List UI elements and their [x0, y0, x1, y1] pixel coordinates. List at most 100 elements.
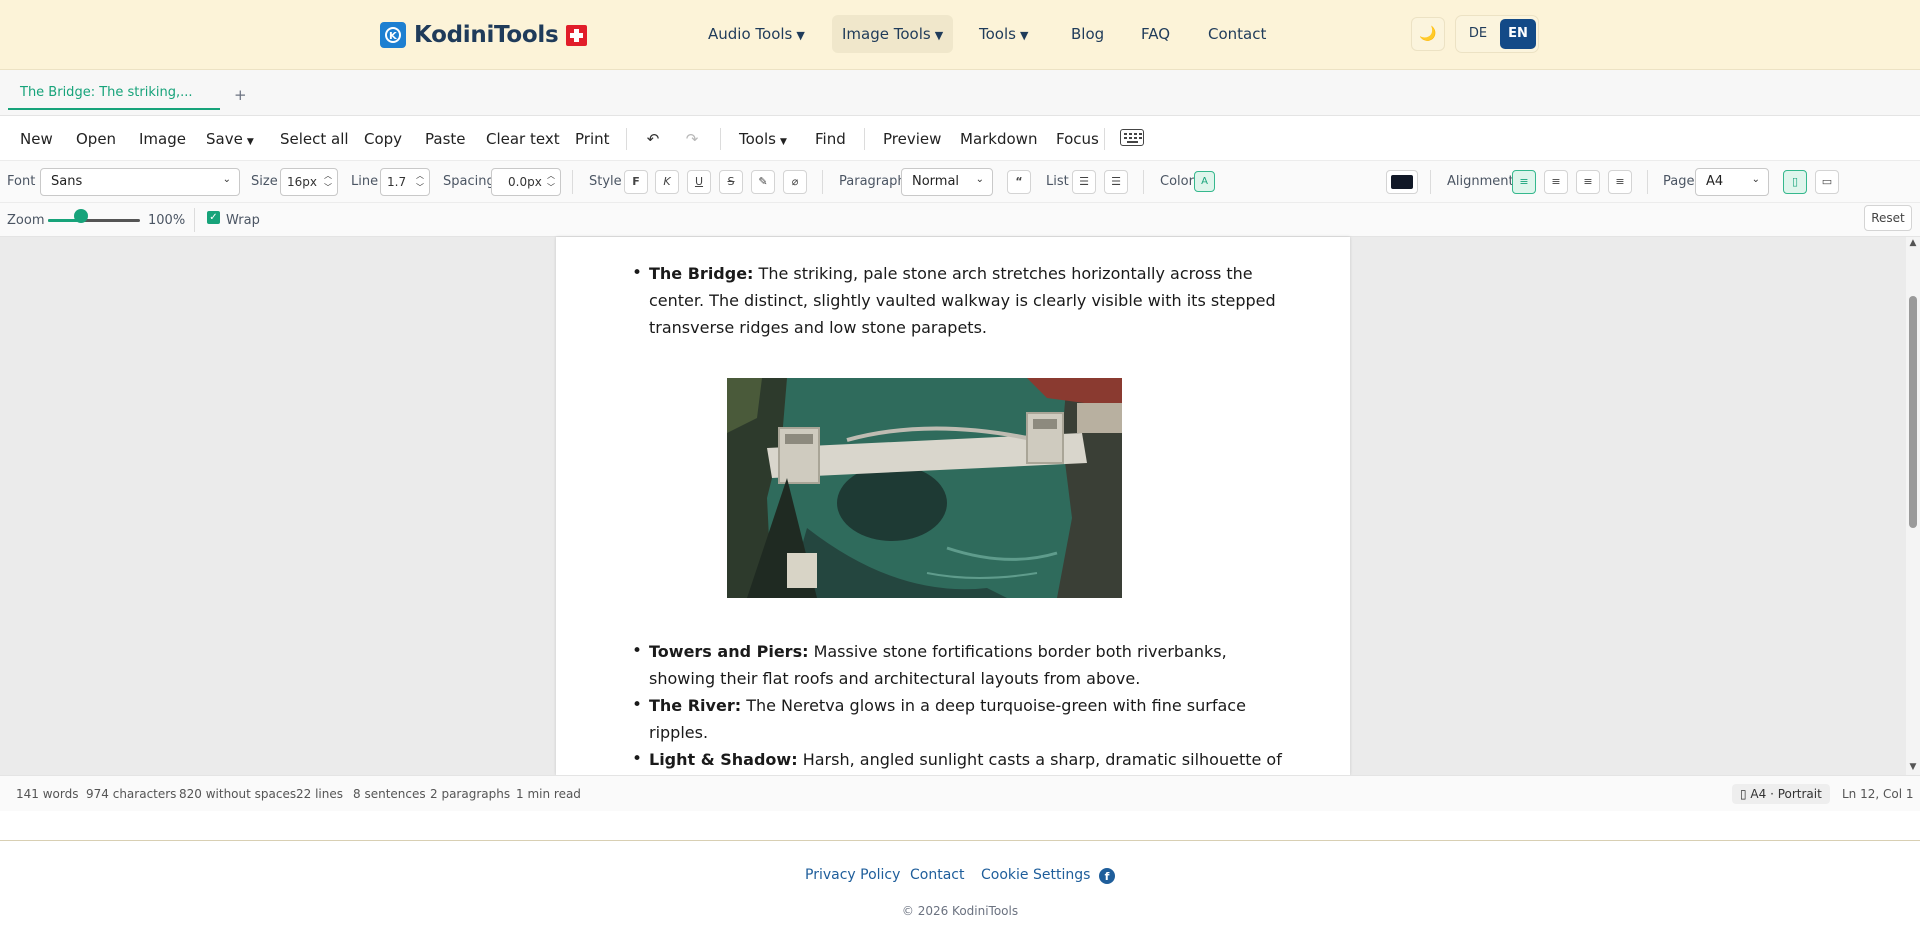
bridge-aerial-image[interactable]	[727, 378, 1122, 598]
toolbar-divider	[864, 128, 865, 150]
toolbar-divider	[822, 170, 823, 194]
alignment-label: Alignment	[1447, 174, 1514, 189]
stepper-arrows-icon[interactable]: ︿ ﹀	[544, 170, 558, 194]
auto-color-button[interactable]: A	[1194, 171, 1215, 192]
add-tab-button[interactable]: +	[234, 86, 247, 104]
portrait-orientation-icon[interactable]: ▯	[1783, 170, 1807, 194]
paragraph-select[interactable]: Normal ⌄	[901, 168, 993, 196]
zoom-value: 100%	[148, 213, 186, 228]
italic-button[interactable]: K	[655, 170, 679, 194]
letter-spacing-stepper[interactable]: 0.0px ︿ ﹀	[491, 168, 561, 196]
select-all-button[interactable]: Select all	[280, 128, 349, 150]
lang-de-button[interactable]: DE	[1460, 19, 1496, 49]
keyboard-icon[interactable]	[1120, 129, 1144, 146]
sentence-count: 8 sentences	[353, 787, 426, 801]
align-center-icon[interactable]: ≡	[1544, 170, 1568, 194]
cookie-settings-link[interactable]: Cookie Settings	[981, 867, 1090, 883]
read-time: 1 min read	[516, 787, 581, 801]
caret-down-icon: ▼	[779, 137, 787, 147]
underline-button[interactable]: U	[687, 170, 711, 194]
find-button[interactable]: Find	[815, 128, 846, 150]
zoom-slider[interactable]	[48, 219, 140, 222]
highlight-icon[interactable]: ✎	[751, 170, 775, 194]
bold-button[interactable]: F	[624, 170, 648, 194]
facebook-icon[interactable]: f	[1099, 868, 1115, 884]
character-count: 974 characters	[86, 787, 177, 801]
list-item-heading: Light & Shadow:	[649, 750, 798, 769]
document-page[interactable]: The Bridge: The striking, pale stone arc…	[556, 237, 1350, 775]
font-label: Font	[7, 174, 36, 189]
lang-en-button[interactable]: EN	[1500, 19, 1536, 49]
align-left-icon[interactable]: ≡	[1512, 170, 1536, 194]
align-justify-icon[interactable]: ≡	[1608, 170, 1632, 194]
language-switcher: DE EN	[1455, 15, 1539, 53]
line-count: 22 lines	[296, 787, 343, 801]
reset-button[interactable]: Reset	[1864, 205, 1912, 231]
print-button[interactable]: Print	[575, 128, 610, 150]
scrollbar-thumb[interactable]	[1909, 296, 1917, 528]
status-bar: 141 words 974 characters 820 without spa…	[0, 775, 1920, 811]
nav-tools[interactable]: Tools ▼	[969, 15, 1038, 53]
list-item-heading: The Bridge:	[649, 264, 754, 283]
preview-button[interactable]: Preview	[883, 128, 941, 150]
toolbar-divider	[1104, 128, 1105, 150]
privacy-policy-link[interactable]: Privacy Policy	[805, 867, 900, 883]
paste-button[interactable]: Paste	[425, 128, 466, 150]
markdown-button[interactable]: Markdown	[960, 128, 1037, 150]
stepper-arrows-icon[interactable]: ︿ ﹀	[413, 170, 427, 194]
page-format-badge: ▯ A4 · Portrait	[1732, 784, 1830, 804]
numbered-list-icon[interactable]: ☰	[1104, 170, 1128, 194]
new-button[interactable]: New	[20, 128, 53, 150]
undo-icon[interactable]: ↶	[642, 128, 664, 150]
focus-button[interactable]: Focus	[1056, 128, 1099, 150]
wrap-label: Wrap	[226, 213, 260, 228]
clear-text-button[interactable]: Clear text	[486, 128, 560, 150]
custom-color-picker[interactable]	[1386, 170, 1418, 194]
chevron-down-icon: ⌄	[1751, 174, 1760, 185]
chevron-down-icon: ▼	[934, 29, 944, 42]
stepper-arrows-icon[interactable]: ︿ ﹀	[321, 170, 335, 194]
align-right-icon[interactable]: ≡	[1576, 170, 1600, 194]
paragraph-count: 2 paragraphs	[430, 787, 511, 801]
nav-audio-tools[interactable]: Audio Tools ▼	[698, 15, 815, 53]
nav-blog[interactable]: Blog	[1061, 15, 1114, 53]
strikethrough-button[interactable]: S	[719, 170, 743, 194]
caret-down-icon: ▼	[246, 137, 254, 147]
save-button[interactable]: Save ▼	[206, 128, 254, 150]
contact-link[interactable]: Contact	[910, 867, 964, 883]
scroll-up-icon[interactable]: ▲	[1908, 238, 1918, 248]
color-label: Color	[1160, 174, 1194, 189]
custom-color-swatch	[1391, 175, 1413, 189]
copyright-text: © 2026 KodiniTools	[901, 904, 1019, 918]
nav-label: FAQ	[1141, 25, 1171, 43]
landscape-orientation-icon[interactable]: ▭	[1815, 170, 1839, 194]
font-select[interactable]: Sans ⌄	[40, 168, 240, 196]
zoom-slider-thumb[interactable]	[74, 209, 89, 223]
document-tab[interactable]: The Bridge: The striking,...	[8, 78, 220, 110]
nav-image-tools[interactable]: Image Tools ▼	[832, 15, 954, 53]
image-button[interactable]: Image	[139, 128, 186, 150]
clear-format-icon[interactable]: ⌀	[783, 170, 807, 194]
nav-contact[interactable]: Contact	[1198, 15, 1276, 53]
cursor-position: Ln 12, Col 1	[1842, 787, 1914, 801]
size-stepper[interactable]: 16px ︿ ﹀	[280, 168, 338, 196]
tools-menu-button[interactable]: Tools ▼	[739, 128, 787, 150]
editor-scrollbar[interactable]: ▲ ▼	[1906, 237, 1920, 775]
list-item: The Bridge: The striking, pale stone arc…	[632, 260, 1289, 341]
theme-toggle-button[interactable]: 🌙	[1411, 17, 1445, 51]
toolbar-divider	[720, 128, 721, 150]
redo-icon[interactable]: ↷	[681, 128, 703, 150]
bullet-list-icon[interactable]: ☰	[1072, 170, 1096, 194]
site-logo[interactable]: K KodiniTools	[380, 21, 588, 49]
page-size-select[interactable]: A4 ⌄	[1695, 168, 1769, 196]
blockquote-button[interactable]: “	[1007, 170, 1031, 194]
svg-text:K: K	[389, 31, 398, 42]
scroll-down-icon[interactable]: ▼	[1908, 762, 1918, 772]
copy-button[interactable]: Copy	[364, 128, 402, 150]
line-value: 1.7	[387, 175, 407, 189]
open-button[interactable]: Open	[76, 128, 116, 150]
nav-faq[interactable]: FAQ	[1131, 15, 1180, 53]
chevron-down-icon: ▼	[1019, 29, 1029, 42]
wrap-checkbox[interactable]: ✓	[207, 211, 220, 224]
line-height-stepper[interactable]: 1.7 ︿ ﹀	[380, 168, 430, 196]
